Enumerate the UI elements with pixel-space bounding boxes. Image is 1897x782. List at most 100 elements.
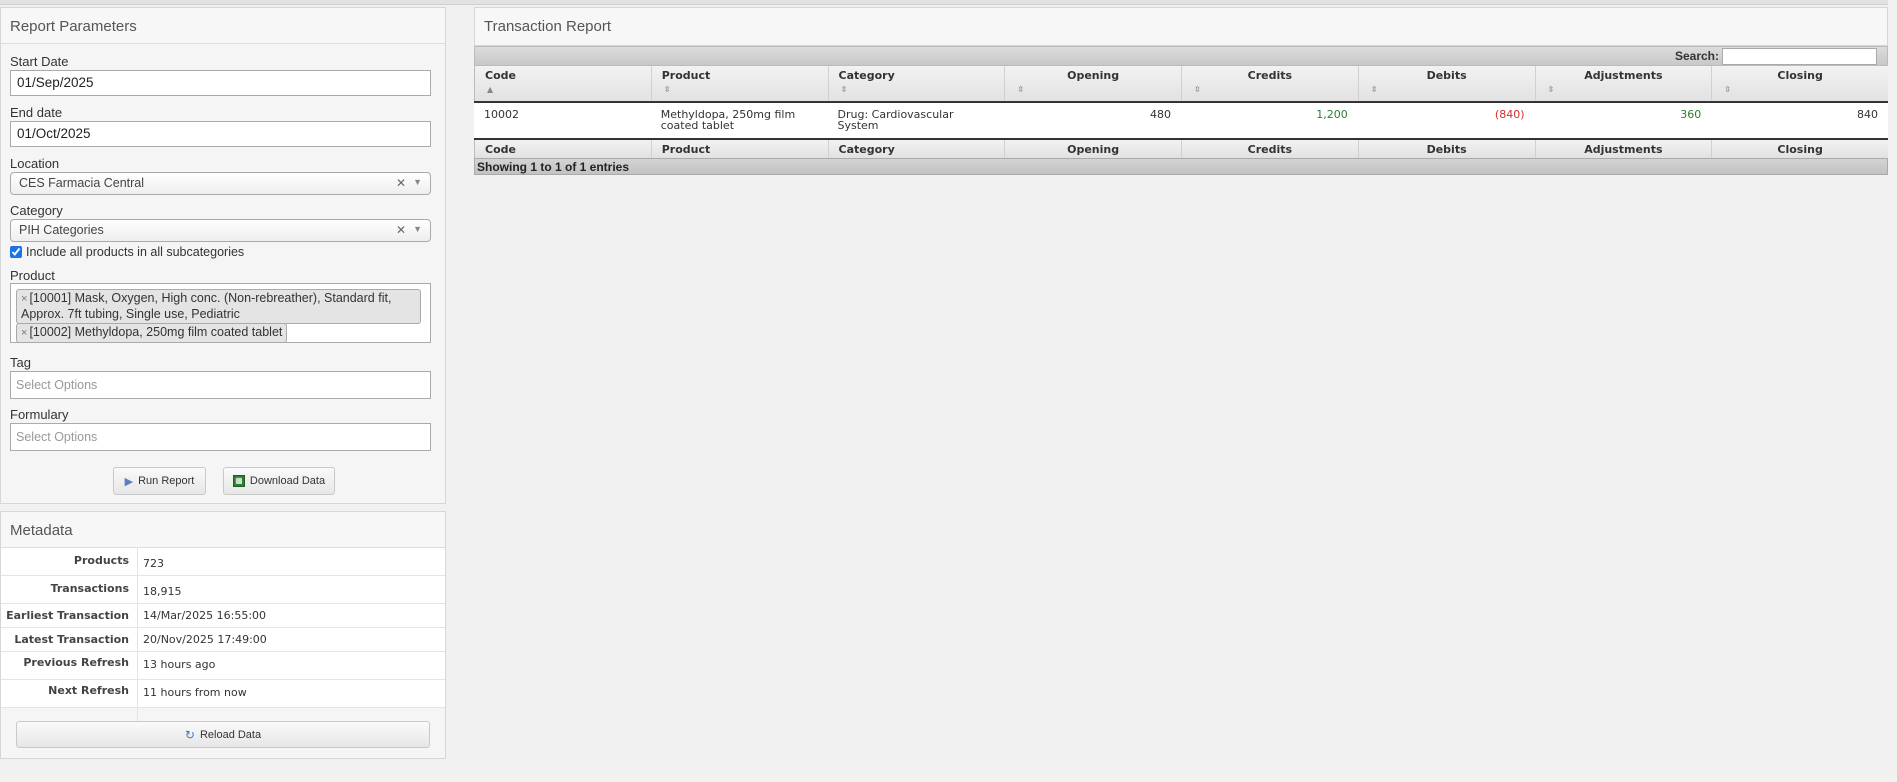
product-chip-label: [10002] Methyldopa, 250mg film coated ta… bbox=[29, 325, 283, 339]
column-header-product[interactable]: Product ⇳ bbox=[650, 66, 828, 101]
start-date-label: Start Date bbox=[10, 54, 69, 69]
metadata-row: Transactions 18,915 bbox=[1, 576, 445, 604]
product-label: Product bbox=[10, 268, 55, 283]
footer-header-closing: Closing bbox=[1711, 140, 1888, 158]
remove-chip-icon[interactable]: × bbox=[21, 293, 27, 305]
search-input[interactable] bbox=[1722, 48, 1877, 65]
spreadsheet-icon: ▦ bbox=[232, 475, 245, 487]
formulary-input[interactable]: Select Options bbox=[10, 423, 431, 451]
download-data-label: Download Data bbox=[249, 475, 326, 487]
tag-input[interactable]: Select Options bbox=[10, 371, 431, 399]
top-border bbox=[0, 0, 1897, 5]
column-header-label: Credits bbox=[1247, 69, 1293, 82]
sort-icon: ⇳ bbox=[1370, 85, 1378, 94]
column-header-adjustments[interactable]: Adjustments ⇳ bbox=[1534, 66, 1712, 101]
metadata-key: Previous Refresh bbox=[23, 656, 129, 669]
include-subcategories-row: Include all products in all subcategorie… bbox=[10, 245, 244, 259]
metadata-divider bbox=[137, 548, 138, 738]
table-toolbar: Search: bbox=[474, 46, 1888, 66]
search-label: Search: bbox=[1674, 49, 1719, 63]
end-date-input[interactable]: 01/Oct/2025 bbox=[10, 121, 431, 147]
sort-icon: ⇳ bbox=[663, 85, 671, 94]
metadata-row: Previous Refresh 13 hours ago bbox=[1, 652, 445, 680]
chevron-down-icon[interactable]: ▼ bbox=[413, 224, 422, 234]
table-footer: Code Product Category Opening Credits De… bbox=[474, 138, 1888, 158]
report-parameters-panel: Report Parameters Start Date 01/Sep/2025… bbox=[0, 7, 446, 504]
metadata-key: Transactions bbox=[50, 582, 129, 595]
cell-code: 10002 bbox=[484, 108, 519, 121]
sort-icon: ⇳ bbox=[1194, 85, 1201, 94]
panel-title: Transaction Report bbox=[474, 7, 1888, 46]
table-info: Showing 1 to 1 of 1 entries bbox=[474, 158, 1888, 175]
run-report-button[interactable]: ▶ Run Report bbox=[113, 467, 206, 495]
location-label: Location bbox=[10, 156, 60, 171]
remove-chip-icon[interactable]: × bbox=[21, 327, 27, 339]
category-label: Category bbox=[10, 203, 63, 218]
cell-opening: 480 bbox=[1150, 108, 1171, 121]
metadata-value: 723 bbox=[143, 557, 164, 570]
metadata-value: 20/Nov/2025 17:49:00 bbox=[143, 633, 267, 646]
column-header-label: Category bbox=[838, 69, 895, 82]
column-header-debits[interactable]: Debits ⇳ bbox=[1357, 66, 1535, 101]
footer-header-credits: Credits bbox=[1181, 140, 1358, 158]
clear-icon[interactable]: ✕ bbox=[396, 223, 406, 237]
reload-data-label: Reload Data bbox=[199, 728, 262, 741]
include-subcategories-checkbox[interactable] bbox=[10, 246, 22, 258]
category-select[interactable]: PIH Categories ✕ ▼ bbox=[10, 219, 431, 242]
metadata-row: Earliest Transaction 14/Mar/2025 16:55:0… bbox=[1, 604, 445, 628]
column-header-label: Code bbox=[485, 69, 516, 82]
download-data-button[interactable]: ▦ Download Data bbox=[223, 467, 335, 495]
footer-header-category: Category bbox=[827, 140, 1005, 158]
formulary-label: Formulary bbox=[10, 407, 69, 422]
sort-icon: ⇳ bbox=[1724, 85, 1731, 94]
column-header-label: Debits bbox=[1426, 69, 1467, 82]
footer-header-debits: Debits bbox=[1357, 140, 1535, 158]
cell-product: Methyldopa, 250mg film coated tablet bbox=[660, 108, 796, 132]
metadata-value: 14/Mar/2025 16:55:00 bbox=[143, 609, 267, 622]
product-chip: × [10002] Methyldopa, 250mg film coated t… bbox=[16, 323, 288, 343]
tag-label: Tag bbox=[10, 355, 31, 370]
start-date-input[interactable]: 01/Sep/2025 bbox=[10, 70, 431, 96]
panel-title: Report Parameters bbox=[1, 8, 445, 44]
footer-header-opening: Opening bbox=[1004, 140, 1181, 158]
sort-icon: ⇳ bbox=[840, 85, 848, 94]
column-header-code[interactable]: Code ▲ bbox=[474, 66, 651, 101]
column-header-label: Product bbox=[661, 69, 711, 82]
cell-closing: 840 bbox=[1857, 108, 1878, 121]
play-icon: ▶ bbox=[124, 475, 134, 488]
sort-icon: ⇳ bbox=[1017, 85, 1024, 94]
table-row: 10002 Methyldopa, 250mg film coated tabl… bbox=[474, 103, 1888, 138]
footer-header-adjustments: Adjustments bbox=[1534, 140, 1712, 158]
reload-data-button[interactable]: ↻ Reload Data bbox=[16, 721, 430, 748]
column-header-opening[interactable]: Opening ⇳ bbox=[1004, 66, 1181, 101]
column-header-closing[interactable]: Closing ⇳ bbox=[1711, 66, 1888, 101]
column-header-label: Opening bbox=[1067, 69, 1120, 82]
metadata-row: Latest Transaction 20/Nov/2025 17:49:00 bbox=[1, 628, 445, 652]
column-header-category[interactable]: Category ⇳ bbox=[827, 66, 1005, 101]
sort-icon: ⇳ bbox=[1547, 85, 1555, 94]
footer-header-code: Code bbox=[474, 140, 651, 158]
category-value: PIH Categories bbox=[19, 223, 104, 237]
cell-credits: 1,200 bbox=[1316, 108, 1348, 121]
metadata-row: Next Refresh 11 hours from now bbox=[1, 680, 445, 708]
transaction-report-panel: Transaction Report Search: Code ▲ Product… bbox=[474, 7, 1888, 175]
end-date-label: End date bbox=[10, 105, 63, 120]
product-chip: × [10001] Mask, Oxygen, High conc. (Non-r… bbox=[16, 289, 421, 324]
metadata-panel: Metadata Products 723 Transactions 18,91… bbox=[0, 511, 446, 759]
footer-header-product: Product bbox=[650, 140, 828, 158]
scrollbar[interactable] bbox=[1888, 0, 1897, 782]
clear-icon[interactable]: ✕ bbox=[396, 176, 406, 190]
metadata-value: 18,915 bbox=[143, 585, 182, 598]
cell-category: Drug: Cardiovascular System bbox=[837, 108, 954, 132]
cell-adjustments: 360 bbox=[1680, 108, 1702, 121]
metadata-key: Next Refresh bbox=[48, 684, 129, 697]
run-report-label: Run Report bbox=[138, 475, 195, 487]
location-select[interactable]: CES Farmacia Central ✕ ▼ bbox=[10, 172, 431, 195]
column-header-label: Closing bbox=[1777, 69, 1823, 82]
location-value: CES Farmacia Central bbox=[19, 176, 145, 190]
product-multiselect[interactable]: × [10001] Mask, Oxygen, High conc. (Non-r… bbox=[10, 283, 431, 343]
chevron-down-icon[interactable]: ▼ bbox=[413, 177, 422, 187]
refresh-icon: ↻ bbox=[184, 727, 195, 742]
column-header-credits[interactable]: Credits ⇳ bbox=[1181, 66, 1358, 101]
panel-title: Metadata bbox=[1, 512, 445, 548]
